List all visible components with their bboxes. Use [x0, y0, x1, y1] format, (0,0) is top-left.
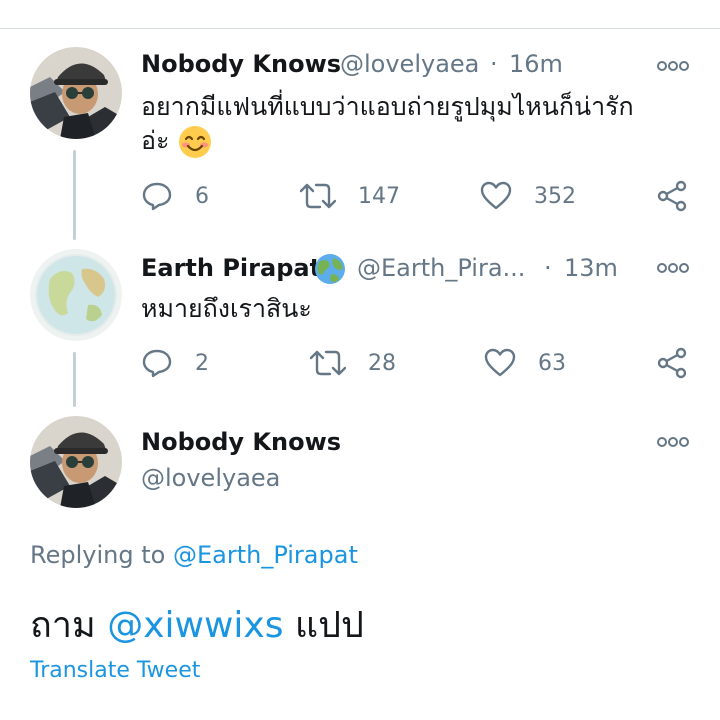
tweet-text-line2-wrap: อ่ะ	[141, 120, 213, 162]
reply-count: 6	[195, 183, 209, 209]
heart-icon	[484, 348, 516, 377]
avatar-earth-pirapat[interactable]	[30, 249, 122, 341]
author-name[interactable]: Nobody Knows	[141, 428, 341, 456]
retweet-icon	[300, 183, 336, 209]
smiling-face-icon	[179, 126, 212, 158]
like-count: 63	[538, 350, 566, 376]
tweet-time[interactable]: 16m	[509, 50, 563, 78]
share-icon[interactable]	[656, 180, 688, 212]
like-button[interactable]: 63	[484, 348, 566, 378]
reply-icon	[142, 182, 172, 211]
like-button[interactable]: 352	[480, 181, 576, 211]
more-options-icon[interactable]	[656, 60, 690, 72]
retweet-button[interactable]: 28	[310, 348, 396, 378]
like-count: 352	[534, 183, 576, 209]
reply-button[interactable]: 2	[141, 348, 209, 378]
retweet-count: 147	[358, 183, 400, 209]
globe-icon	[315, 254, 345, 284]
main-text-start: ถาม	[30, 605, 96, 646]
main-tweet-text: ถาม @xiwwixs แปป	[30, 596, 364, 653]
replying-to: Replying to @Earth_Pirapat	[30, 541, 358, 569]
reply-count: 2	[195, 350, 209, 376]
avatar-nobody-knows[interactable]	[30, 47, 122, 139]
meta-separator: ·	[490, 50, 498, 78]
avatar-nobody-knows[interactable]	[30, 416, 122, 508]
tweet-text: หมายถึงเราสินะ	[141, 294, 312, 323]
reply-button[interactable]: 6	[141, 181, 209, 211]
reply-icon	[142, 349, 172, 378]
replying-prefix: Replying to	[30, 541, 166, 569]
thread-line	[73, 352, 76, 407]
top-divider	[0, 28, 720, 29]
share-icon[interactable]	[656, 347, 688, 379]
replying-to-link[interactable]: @Earth_Pirapat	[173, 541, 358, 569]
author-name[interactable]: Nobody Knows	[141, 50, 341, 78]
meta-separator: ·	[544, 254, 552, 282]
tweet-time[interactable]: 13m	[564, 254, 618, 282]
author-handle[interactable]: @lovelyaea	[141, 464, 280, 492]
retweet-icon	[310, 350, 346, 376]
tweet-text-line2: อ่ะ	[141, 126, 170, 155]
retweet-count: 28	[368, 350, 396, 376]
author-handle[interactable]: @Earth_Pira...	[357, 254, 525, 282]
heart-icon	[480, 181, 512, 210]
tweet-text-line1: อยากมีแฟนที่แบบว่าแอบถ่ายรูปมุมไหนก็น่าร…	[141, 92, 634, 121]
author-name[interactable]: Earth Pirapat	[141, 254, 321, 282]
more-options-icon[interactable]	[656, 262, 690, 274]
thread-line	[73, 150, 76, 240]
retweet-button[interactable]: 147	[300, 181, 400, 211]
mention-link[interactable]: @xiwwixs	[107, 605, 283, 646]
more-options-icon[interactable]	[656, 436, 690, 448]
translate-tweet-link[interactable]: Translate Tweet	[30, 658, 200, 683]
main-text-end: แปป	[294, 605, 364, 646]
author-handle[interactable]: @lovelyaea	[340, 50, 479, 78]
